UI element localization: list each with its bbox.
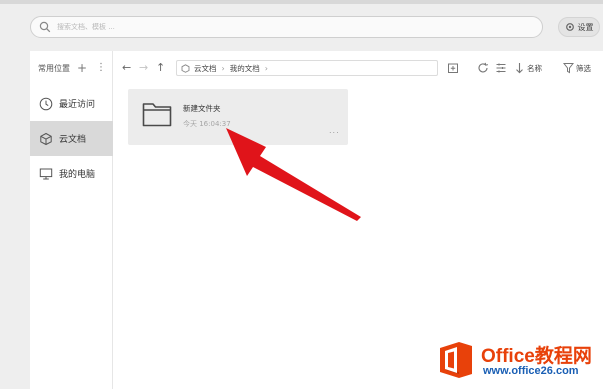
more-options-icon[interactable]: ⋮ xyxy=(96,63,106,73)
clock-icon xyxy=(39,97,53,110)
forward-icon[interactable]: → xyxy=(139,61,148,75)
cloud-location-icon xyxy=(181,63,190,73)
sidebar-item-recent[interactable]: 最近访问 xyxy=(30,86,113,121)
settings-button[interactable]: 设置 xyxy=(558,17,600,37)
breadcrumb-item-my-docs[interactable]: 我的文档 xyxy=(230,63,260,74)
office-logo xyxy=(440,342,472,378)
breadcrumb-separator-icon: › xyxy=(221,63,225,73)
sidebar-item-cloud-docs[interactable]: 云文档 xyxy=(30,121,113,156)
back-icon[interactable]: ← xyxy=(122,61,131,75)
search-placeholder: 搜索文档、模板 ... xyxy=(57,23,115,31)
folder-modified-time: 今天 16:04:37 xyxy=(183,120,231,128)
breadcrumb: 云文档 › 我的文档 › xyxy=(176,60,438,76)
new-folder-icon[interactable] xyxy=(447,62,459,74)
filter-icon[interactable] xyxy=(563,62,574,74)
folder-icon xyxy=(142,103,172,127)
cube-icon xyxy=(40,132,52,145)
add-location-icon[interactable]: + xyxy=(77,62,87,74)
sort-by-name-label[interactable]: 名称 xyxy=(527,63,542,74)
watermark-title: Office教程网 xyxy=(481,346,592,367)
folder-item[interactable]: 新建文件夹 今天 16:04:37 ... xyxy=(128,89,348,145)
settings-label: 设置 xyxy=(577,22,594,32)
title-bar xyxy=(0,0,603,4)
sidebar-item-my-computer[interactable]: 我的电脑 xyxy=(30,156,113,191)
toolbar: ← → ↑ 云文档 › 我的文档 › 名称 筛选 xyxy=(114,51,603,86)
sidebar-header-label: 常用位置 xyxy=(38,64,70,73)
file-manager-panel: 常用位置 + ⋮ 最近访问 云文档 我的电脑 ← → ↑ 云文档 › 我的文档 … xyxy=(30,51,603,389)
breadcrumb-separator-icon: › xyxy=(264,63,268,73)
refresh-icon[interactable] xyxy=(477,62,489,74)
sort-down-icon[interactable] xyxy=(515,62,524,74)
gear-icon xyxy=(565,23,574,31)
monitor-icon xyxy=(39,168,53,179)
search-icon xyxy=(39,21,51,33)
watermark-url: www.office26.com xyxy=(483,365,579,377)
sidebar-header: 常用位置 + ⋮ xyxy=(30,51,113,86)
search-input[interactable]: 搜索文档、模板 ... xyxy=(30,16,543,38)
up-icon[interactable]: ↑ xyxy=(156,61,165,75)
watermark: Office教程网 www.office26.com xyxy=(437,340,603,384)
filter-label[interactable]: 筛选 xyxy=(576,63,591,74)
folder-more-button[interactable]: ... xyxy=(329,126,340,135)
sidebar-item-label: 最近访问 xyxy=(59,100,96,110)
folder-name: 新建文件夹 xyxy=(183,104,221,113)
list-view-icon[interactable] xyxy=(495,62,507,74)
breadcrumb-item-cloud-docs[interactable]: 云文档 xyxy=(194,63,217,74)
sidebar-item-label: 云文档 xyxy=(59,135,87,145)
sidebar: 常用位置 + ⋮ 最近访问 云文档 我的电脑 xyxy=(30,51,113,389)
sidebar-item-label: 我的电脑 xyxy=(59,170,96,180)
